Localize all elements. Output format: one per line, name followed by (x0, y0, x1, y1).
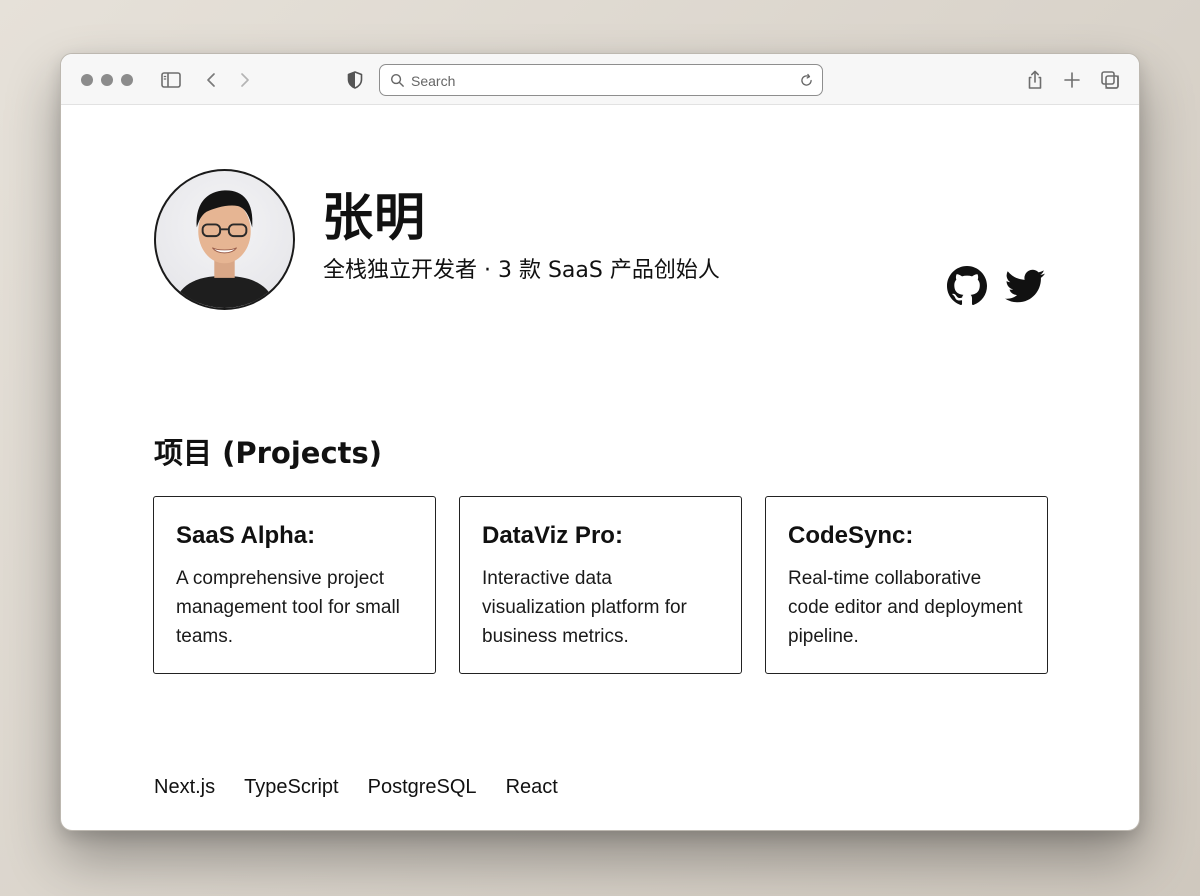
window-close-button[interactable] (81, 74, 93, 86)
project-description: A comprehensive project management tool … (176, 567, 400, 647)
project-title: CodeSync: (788, 522, 914, 549)
browser-window: 张明 全栈独立开发者 · 3 款 SaaS 产品创始人 项目 (Projects… (60, 53, 1140, 831)
plus-icon[interactable] (1060, 68, 1084, 92)
tech-tag-typescript: TypeScript (244, 776, 339, 798)
avatar (154, 169, 295, 310)
project-card-codesync[interactable]: CodeSync: Real-time collaborative code e… (765, 496, 1048, 674)
github-icon[interactable] (947, 266, 987, 306)
tech-stack: Next.js TypeScript PostgreSQL React (154, 775, 558, 799)
tabs-overview-icon[interactable] (1098, 68, 1122, 92)
tech-tag-postgresql: PostgreSQL (367, 776, 477, 798)
avatar-portrait (173, 190, 276, 308)
projects-heading: 项目 (Projects) (154, 436, 383, 470)
window-zoom-button[interactable] (121, 74, 133, 86)
tech-tag-react: React (505, 776, 558, 798)
project-title: SaaS Alpha: (176, 522, 316, 549)
search-input[interactable] (411, 70, 781, 92)
project-description: Real-time collaborative code editor and … (788, 567, 1023, 647)
chevron-left-icon[interactable] (199, 68, 223, 92)
project-card-dataviz-pro[interactable]: DataViz Pro: Interactive data visualizat… (459, 496, 742, 674)
page-content: 张明 全栈独立开发者 · 3 款 SaaS 产品创始人 项目 (Projects… (61, 106, 1139, 830)
window-minimize-button[interactable] (101, 74, 113, 86)
browser-toolbar (61, 54, 1139, 105)
project-title: DataViz Pro: (482, 522, 623, 549)
share-icon[interactable] (1023, 68, 1047, 92)
project-description: Interactive data visualization platform … (482, 567, 687, 647)
sidebar-icon[interactable] (159, 68, 183, 92)
project-card-saas-alpha[interactable]: SaaS Alpha: A comprehensive project mana… (153, 496, 436, 674)
reload-icon[interactable] (798, 72, 815, 89)
address-bar[interactable] (379, 64, 823, 96)
search-icon (390, 73, 404, 87)
shield-icon[interactable] (343, 68, 367, 92)
chevron-right-icon[interactable] (233, 68, 257, 92)
twitter-icon[interactable] (1005, 266, 1045, 306)
profile-tagline: 全栈独立开发者 · 3 款 SaaS 产品创始人 (323, 258, 720, 283)
profile-name: 张明 (322, 189, 427, 248)
tech-tag-nextjs: Next.js (154, 776, 216, 798)
